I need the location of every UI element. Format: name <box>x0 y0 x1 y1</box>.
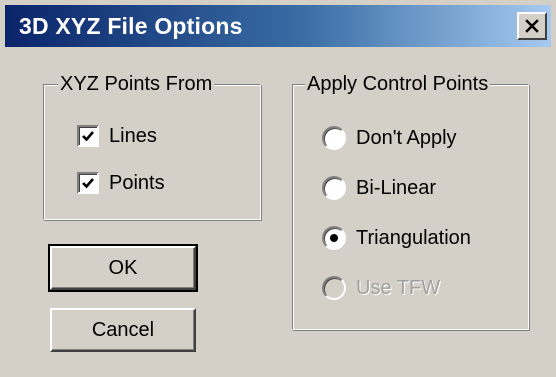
lines-checkbox-row[interactable]: Lines <box>77 124 157 148</box>
use-tfw-label: Use TFW <box>356 277 441 299</box>
lines-label: Lines <box>109 125 157 147</box>
radio-dot-icon <box>330 234 338 242</box>
bi-linear-radio-row[interactable]: Bi-Linear <box>322 176 436 200</box>
cancel-button-label: Cancel <box>91 318 155 341</box>
xyz-points-from-group: XYZ Points From <box>43 73 261 220</box>
xyz-file-options-dialog: 3D XYZ File Options XYZ Points From Line… <box>0 0 556 377</box>
ok-button-label: OK <box>108 256 138 279</box>
use-tfw-radio-row: Use TFW <box>322 276 440 300</box>
triangulation-radio[interactable] <box>322 226 346 250</box>
close-button[interactable] <box>517 12 547 40</box>
apply-control-points-title: Apply Control Points <box>305 73 491 95</box>
triangulation-radio-row[interactable]: Triangulation <box>322 226 471 250</box>
bi-linear-radio[interactable] <box>322 176 346 200</box>
xyz-points-from-title: XYZ Points From <box>58 73 215 95</box>
points-label: Points <box>109 172 165 194</box>
checkmark-icon <box>82 178 94 189</box>
dont-apply-radio[interactable] <box>322 126 346 150</box>
dont-apply-radio-row[interactable]: Don't Apply <box>322 126 457 150</box>
points-checkbox-row[interactable]: Points <box>77 171 165 195</box>
use-tfw-radio <box>322 276 346 300</box>
triangulation-label: Triangulation <box>356 227 471 249</box>
window-title: 3D XYZ File Options <box>19 13 243 39</box>
bi-linear-label: Bi-Linear <box>356 177 437 199</box>
close-icon <box>525 19 539 33</box>
checkmark-icon <box>82 131 94 142</box>
lines-checkbox[interactable] <box>77 125 99 147</box>
cancel-button[interactable]: Cancel <box>50 308 196 352</box>
ok-button[interactable]: OK <box>48 244 198 292</box>
dont-apply-label: Don't Apply <box>356 127 457 149</box>
title-bar[interactable]: 3D XYZ File Options <box>5 5 551 47</box>
points-checkbox[interactable] <box>77 172 99 194</box>
